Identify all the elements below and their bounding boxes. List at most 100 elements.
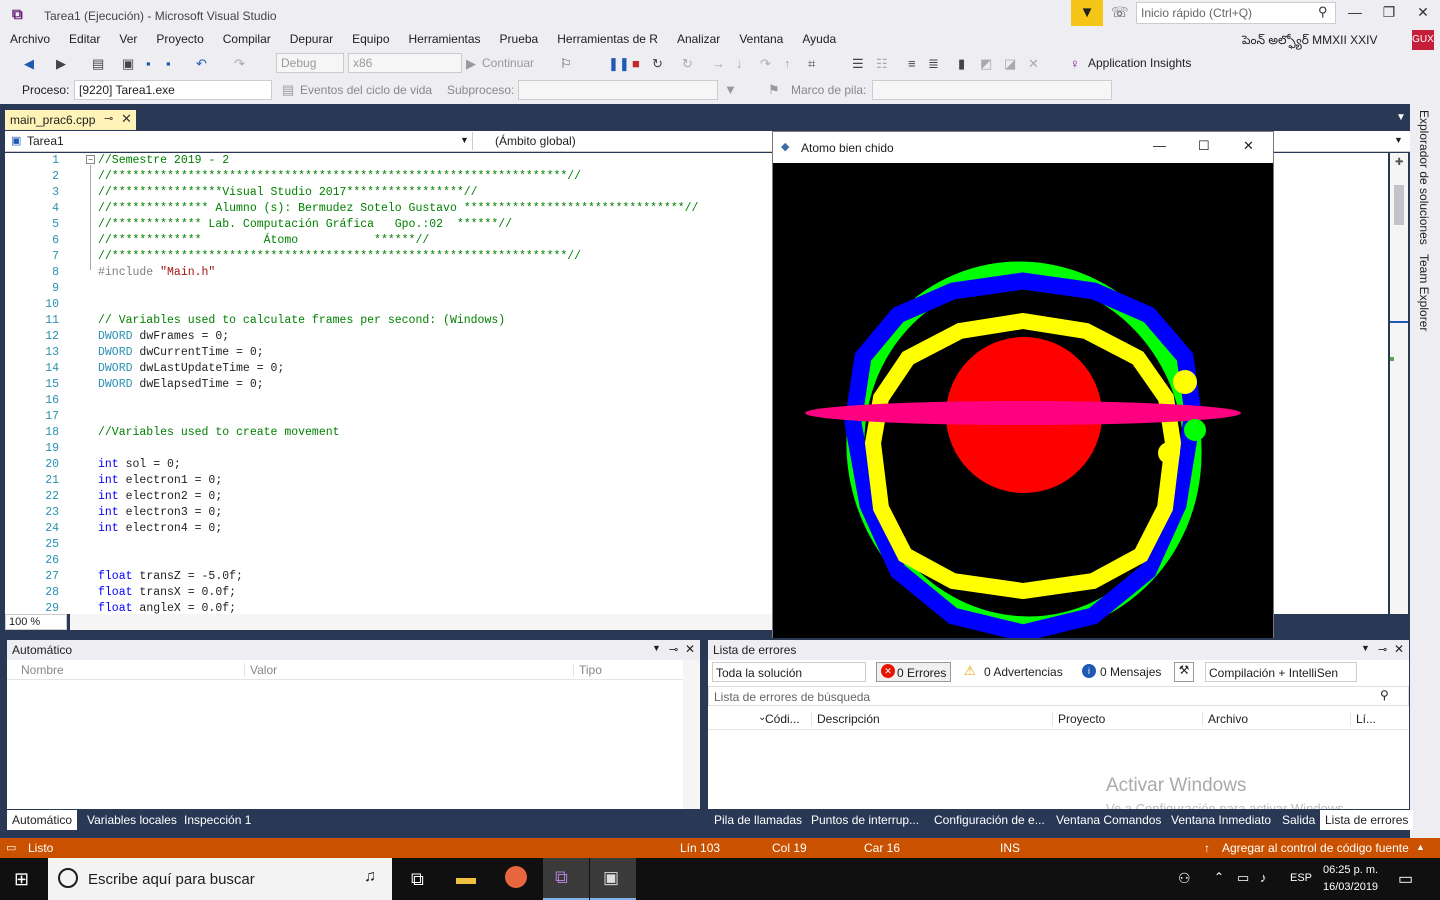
process-icon[interactable]: ⚐ [560,56,572,72]
code-line[interactable] [98,537,778,553]
col-description[interactable]: Descripción [811,712,880,726]
maximize-button[interactable]: ❐ [1374,4,1404,21]
menu-ventana[interactable]: Ventana [739,30,783,48]
menu-ayuda[interactable]: Ayuda [802,30,836,48]
minimize-button[interactable]: — [1153,138,1166,153]
build-source-dropdown[interactable]: Compilación + IntelliSen [1205,662,1357,682]
save-all-icon[interactable]: ▪ [166,56,171,71]
col-type[interactable]: Tipo [573,663,602,677]
indent-icon[interactable]: ≣ [928,56,939,72]
step-next-icon[interactable]: → [712,56,725,71]
user-name[interactable]: పెంన్ అల్ఫ్యోర్ MMXII XXIV [1242,33,1378,50]
pin-icon[interactable]: ⊸ [104,112,113,125]
code-line[interactable]: //Semestre 2019 - 2 [98,153,778,169]
code-line[interactable]: int electron4 = 0; [98,521,778,537]
clear-bookmarks-icon[interactable]: ✕ [1028,56,1039,72]
source-control-button[interactable]: Agregar al control de código fuente [1222,841,1409,855]
code-line[interactable] [98,297,778,313]
code-line[interactable] [98,441,778,457]
tab-error-list[interactable]: Lista de errores [1320,810,1414,830]
code-line[interactable] [98,393,778,409]
code-line[interactable]: float transZ = -5.0f; [98,569,778,585]
step-into-icon[interactable]: ↓ [736,56,743,71]
platform-dropdown[interactable]: x86 [348,53,462,73]
chevron-up-icon[interactable]: ⌃ [1214,870,1224,884]
thread-dropdown[interactable] [518,80,718,100]
menu-proyecto[interactable]: Proyecto [156,30,203,48]
col-value[interactable]: Valor [244,663,277,677]
code-line[interactable]: //Variables used to create movement [98,425,778,441]
code-line[interactable]: int electron1 = 0; [98,473,778,489]
quick-launch-input[interactable]: Inicio rápido (Ctrl+Q) [1136,2,1336,24]
lifecycle-events-button[interactable]: Eventos del ciclo de vida [300,83,432,97]
build-filter-icon[interactable]: ⚒ [1174,662,1194,682]
opengl-taskbar-button[interactable]: ▣ [590,858,636,900]
close-button[interactable]: ✕ [1243,138,1254,154]
code-line[interactable]: // Variables used to calculate frames pe… [98,313,778,329]
filter-threads-icon[interactable]: ▼ [724,82,737,97]
network-icon[interactable]: ▭ [1237,870,1249,886]
menu-equipo[interactable]: Equipo [352,30,389,48]
col-name[interactable]: Nombre [21,663,64,677]
code-line[interactable]: float transX = 0.0f; [98,585,778,601]
firefox-icon[interactable] [505,866,527,888]
zoom-dropdown[interactable]: 100 % [5,614,67,630]
tab-autos[interactable]: Automático [7,810,78,830]
tab-team-explorer[interactable]: Team Explorer [1417,254,1431,331]
process-dropdown[interactable]: [9220] Tarea1.exe [74,80,272,100]
menu-prueba[interactable]: Prueba [500,30,539,48]
tab-output[interactable]: Salida [1277,810,1320,830]
code-line[interactable]: //************** Alumno (s): Bermudez So… [98,201,778,217]
pin-icon[interactable]: ⊸ [669,643,678,656]
minimize-button[interactable]: — [1340,4,1370,20]
configuration-dropdown[interactable]: Debug [276,53,344,73]
code-line[interactable]: DWORD dwLastUpdateTime = 0; [98,361,778,377]
code-line[interactable]: //************* Átomo ******// [98,233,778,249]
stop-icon[interactable]: ■ [632,56,640,71]
user-avatar[interactable]: GUX [1412,30,1434,50]
opengl-window[interactable] [772,131,1274,664]
code-line[interactable]: DWORD dwFrames = 0; [98,329,778,345]
panel-menu-icon[interactable]: ▼ [1361,643,1370,653]
prev-bookmark-icon[interactable]: ◩ [980,56,992,72]
next-bookmark-icon[interactable]: ◪ [1004,56,1016,72]
autos-scrollbar[interactable] [683,660,700,809]
chevron-down-icon[interactable]: ▼ [1394,135,1403,145]
editor-horizontal-scrollbar[interactable] [70,614,773,630]
menu-archivo[interactable]: Archivo [10,30,50,48]
code-line[interactable]: int electron3 = 0; [98,505,778,521]
code-line[interactable]: //**************************************… [98,169,778,185]
code-line[interactable] [98,409,778,425]
close-icon[interactable]: ✕ [1394,642,1404,656]
col-line[interactable]: Lí... [1350,712,1376,726]
new-project-icon[interactable]: ▤ [92,56,104,72]
back-icon[interactable]: ◀ [24,56,34,72]
code-line[interactable]: #include "Main.h" [98,265,778,281]
tab-watch-1[interactable]: Inspección 1 [179,810,256,830]
redo-icon[interactable]: ↷ [234,56,245,72]
undo-icon[interactable]: ↶ [196,56,207,72]
code-line[interactable]: //**************************************… [98,249,778,265]
menu-herramientas-de-r[interactable]: Herramientas de R [557,30,658,48]
hex-icon[interactable]: ⌗ [808,56,815,72]
search-icon[interactable]: ⚲ [1318,4,1328,20]
code-text[interactable]: //Semestre 2019 - 2//*******************… [98,153,778,614]
feedback-icon[interactable]: ☏ [1111,4,1129,21]
col-file[interactable]: Archivo [1202,712,1248,726]
forward-icon[interactable]: ▶ [56,56,66,72]
errors-search-input[interactable]: Lista de errores de búsqueda [708,686,1409,706]
menu-analizar[interactable]: Analizar [677,30,720,48]
tab-locals[interactable]: Variables locales [82,810,182,830]
col-project[interactable]: Proyecto [1052,712,1105,726]
bookmark-icon[interactable]: ▮ [958,56,965,72]
menu-editar[interactable]: Editar [69,30,100,48]
save-icon[interactable]: ▪ [146,56,151,71]
flag-icon[interactable]: ⚑ [768,82,780,98]
panel-menu-icon[interactable]: ▼ [652,643,661,653]
collapse-icon[interactable]: − [86,155,95,164]
tab-immediate-window[interactable]: Ventana Inmediato [1166,810,1276,830]
filter-icon[interactable]: ▼ [1071,0,1103,26]
taskbar-search-input[interactable]: Escribe aquí para buscar [48,858,392,900]
code-line[interactable]: float angleX = 0.0f; [98,601,778,614]
tab-breakpoints[interactable]: Puntos de interrup... [806,810,924,830]
